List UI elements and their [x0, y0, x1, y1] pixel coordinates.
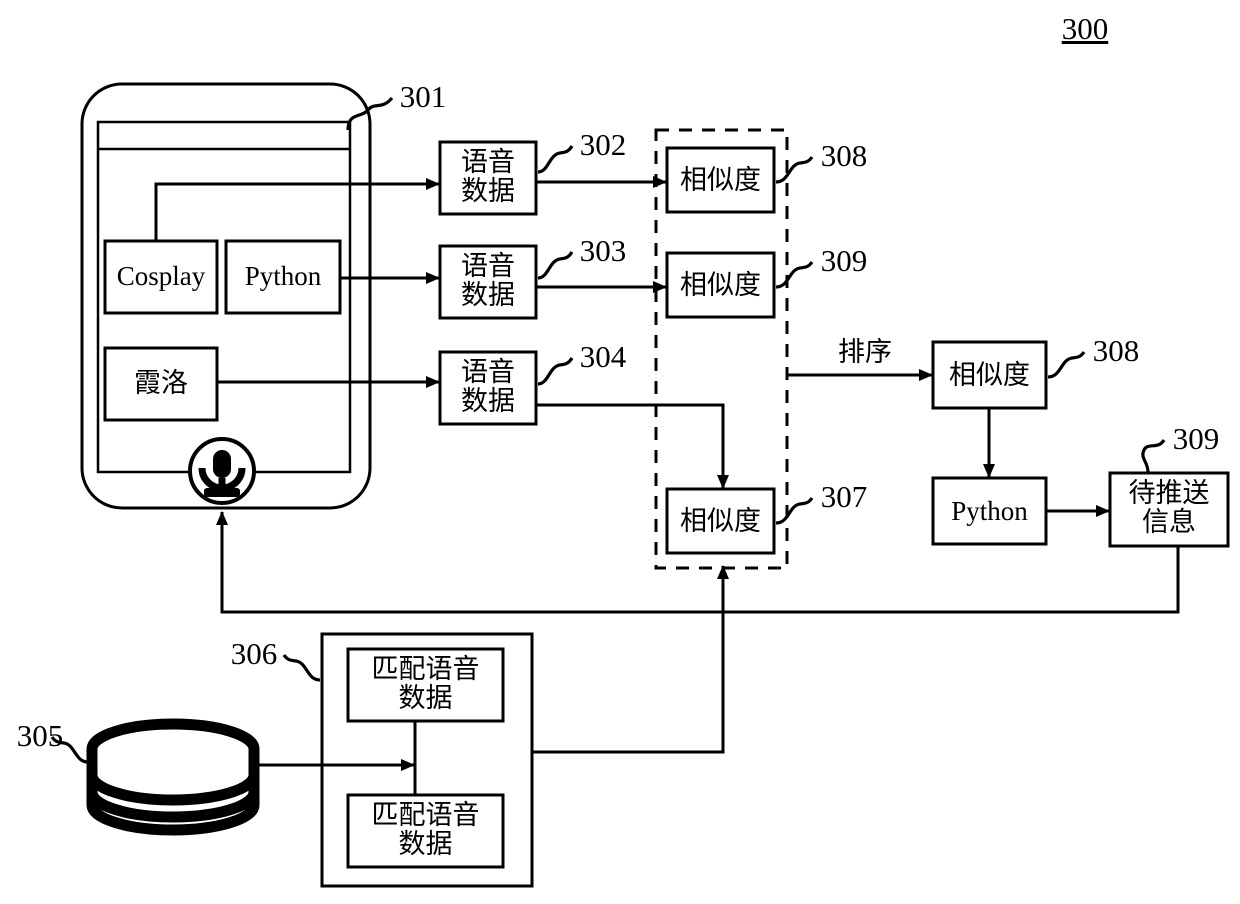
screen-item-cosplay-box[interactable] — [103, 239, 219, 315]
result-similarity-box-308-b — [931, 340, 1048, 410]
match-voice-data-box-2 — [346, 793, 505, 869]
connector-match-container-to-307 — [532, 565, 729, 754]
ref-leader-304 — [537, 357, 574, 386]
database-cylinder-icon — [86, 718, 260, 836]
ref-leader-306 — [282, 654, 321, 682]
similarity-box-307 — [665, 487, 776, 555]
similarity-box-308-a — [665, 146, 776, 214]
ref-leader-303 — [537, 251, 574, 280]
diagram-vector-layer — [50, 82, 1230, 888]
figure-canvas: 300 301 Cosplay Python 霞洛 语音 数据 语音 数据 语音… — [0, 0, 1240, 904]
push-info-box-309-b — [1108, 471, 1230, 548]
match-voice-data-box-1 — [346, 647, 505, 723]
ref-leader-307 — [775, 497, 814, 525]
ref-leader-309-a — [775, 261, 814, 289]
ref-leader-305 — [50, 736, 89, 764]
screen-item-xialuo-box[interactable] — [103, 346, 219, 422]
voice-data-box-304 — [438, 350, 538, 426]
similarity-box-309-a — [665, 251, 776, 319]
ref-leader-308-a — [775, 156, 814, 184]
ref-leader-309-b — [1141, 439, 1166, 473]
ref-leader-308-b — [1047, 351, 1086, 379]
ref-leader-302 — [537, 145, 574, 174]
voice-data-box-302 — [438, 140, 538, 216]
voice-data-box-303 — [438, 244, 538, 320]
connector-304-to-307 — [536, 403, 729, 489]
screen-item-python-box[interactable] — [224, 239, 342, 315]
result-python-box — [931, 476, 1048, 546]
microphone-icon[interactable] — [188, 437, 256, 505]
